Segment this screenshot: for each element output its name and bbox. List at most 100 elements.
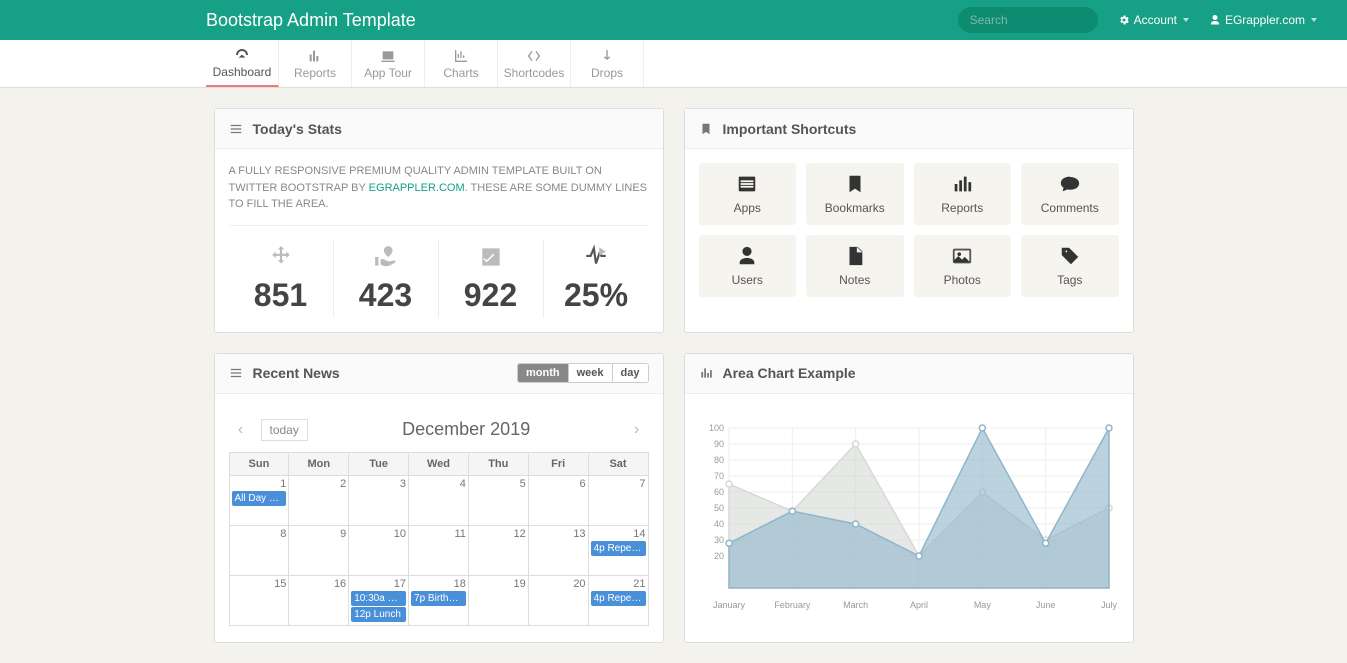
svg-text:July: July — [1100, 600, 1117, 610]
recent-news-panel: Recent News month week day ‹ today Decem… — [214, 353, 664, 643]
nav-icon — [452, 48, 470, 64]
calendar-event[interactable]: 4p Repeating Event — [591, 541, 646, 556]
panel-title: Area Chart Example — [723, 365, 856, 381]
lead-link[interactable]: EGRAPPLER.COM — [369, 182, 465, 194]
shortcut-users[interactable]: Users — [699, 235, 797, 297]
calendar-cell[interactable]: 2 — [289, 475, 349, 525]
nav-dashboard[interactable]: Dashboard — [206, 40, 279, 87]
nav-icon — [525, 48, 543, 64]
calendar-event[interactable]: 4p Repeating Event — [591, 591, 646, 606]
panel-title: Today's Stats — [253, 121, 342, 137]
lead-text: A FULLY RESPONSIVE PREMIUM QUALITY ADMIN… — [229, 163, 649, 226]
calendar-cell[interactable]: 144p Repeating Event — [588, 525, 648, 575]
panel-title: Recent News — [253, 365, 340, 381]
shortcut-label: Reports — [941, 201, 983, 215]
calendar-cell[interactable]: 12 — [468, 525, 528, 575]
bookmarks-icon — [844, 173, 866, 195]
account-menu[interactable]: Account — [1118, 13, 1189, 27]
shortcut-notes[interactable]: Notes — [806, 235, 904, 297]
shortcut-reports[interactable]: Reports — [914, 163, 1012, 225]
shortcut-label: Tags — [1057, 273, 1082, 287]
calendar-cell[interactable]: 1All Day Event — [229, 475, 289, 525]
view-week[interactable]: week — [568, 364, 612, 382]
svg-text:June: June — [1035, 600, 1055, 610]
svg-text:90: 90 — [713, 439, 723, 449]
shortcut-label: Bookmarks — [825, 201, 885, 215]
todays-stats-panel: Today's Stats A FULLY RESPONSIVE PREMIUM… — [214, 108, 664, 333]
calendar-grid[interactable]: SunMonTueWedThuFriSat1All Day Event23456… — [229, 452, 649, 626]
shortcut-apps[interactable]: Apps — [699, 163, 797, 225]
calendar-cell[interactable]: 1710:30a Meeting12p Lunch — [349, 575, 409, 625]
shortcut-tags[interactable]: Tags — [1021, 235, 1119, 297]
svg-text:April: April — [909, 600, 927, 610]
view-month[interactable]: month — [518, 364, 568, 382]
dow-header: Thu — [468, 452, 528, 475]
calendar-cell[interactable]: 13 — [528, 525, 588, 575]
cal-prev[interactable]: ‹ — [229, 418, 253, 442]
shortcut-photos[interactable]: Photos — [914, 235, 1012, 297]
shortcut-label: Users — [732, 273, 763, 287]
area-chart-panel: Area Chart Example 2030405060708090100Ja… — [684, 353, 1134, 643]
nav-charts[interactable]: Charts — [425, 40, 498, 87]
caret-icon — [1311, 18, 1317, 22]
calendar-cell[interactable]: 15 — [229, 575, 289, 625]
bars-icon — [699, 366, 713, 380]
nav-drops[interactable]: Drops — [571, 40, 644, 87]
svg-text:50: 50 — [713, 503, 723, 513]
nav-shortcodes[interactable]: Shortcodes — [498, 40, 571, 87]
shortcut-comments[interactable]: Comments — [1021, 163, 1119, 225]
calendar-cell[interactable]: 5 — [468, 475, 528, 525]
view-day[interactable]: day — [612, 364, 648, 382]
calendar-cell[interactable]: 8 — [229, 525, 289, 575]
stat-item: 423 — [334, 240, 439, 318]
shortcuts-panel: Important Shortcuts AppsBookmarksReports… — [684, 108, 1134, 333]
calendar-cell[interactable]: 214p Repeating Event — [588, 575, 648, 625]
calendar-event[interactable]: All Day Event — [232, 491, 287, 506]
calendar-cell[interactable]: 6 — [528, 475, 588, 525]
search-input[interactable] — [958, 7, 1098, 33]
calendar-cell[interactable]: 9 — [289, 525, 349, 575]
stat-item: 851 — [229, 240, 334, 318]
svg-text:70: 70 — [713, 471, 723, 481]
nav-label: App Tour — [364, 66, 412, 80]
notes-icon — [844, 245, 866, 267]
nav-label: Shortcodes — [504, 66, 565, 80]
calendar-event[interactable]: 12p Lunch — [351, 607, 406, 622]
calendar-cell[interactable]: 16 — [289, 575, 349, 625]
shortcut-bookmarks[interactable]: Bookmarks — [806, 163, 904, 225]
stat-value: 851 — [229, 277, 333, 314]
calendar-event[interactable]: 10:30a Meeting — [351, 591, 406, 606]
shortcut-label: Comments — [1041, 201, 1099, 215]
calendar-cell[interactable]: 4 — [409, 475, 469, 525]
bookmark-icon — [699, 122, 713, 136]
users-icon — [736, 245, 758, 267]
svg-text:February: February — [774, 600, 811, 610]
stat-icon — [478, 244, 504, 270]
calendar-event[interactable]: 7p Birthday Party — [411, 591, 466, 606]
nav-reports[interactable]: Reports — [279, 40, 352, 87]
dow-header: Fri — [528, 452, 588, 475]
calendar-cell[interactable]: 11 — [409, 525, 469, 575]
nav-icon — [379, 48, 397, 64]
calendar-cell[interactable]: 3 — [349, 475, 409, 525]
site-menu[interactable]: EGrappler.com — [1209, 13, 1317, 27]
nav-icon — [233, 47, 251, 63]
nav-label: Dashboard — [213, 65, 272, 79]
dow-header: Mon — [289, 452, 349, 475]
account-label: Account — [1134, 13, 1177, 27]
user-icon — [1209, 14, 1221, 26]
dow-header: Sat — [588, 452, 648, 475]
nav-app-tour[interactable]: App Tour — [352, 40, 425, 87]
calendar-cell[interactable]: 187p Birthday Party — [409, 575, 469, 625]
today-button[interactable]: today — [261, 419, 308, 441]
stat-value: 423 — [334, 277, 438, 314]
nav-label: Charts — [443, 66, 478, 80]
apps-icon — [736, 173, 758, 195]
shortcut-label: Notes — [839, 273, 870, 287]
calendar-cell[interactable]: 7 — [588, 475, 648, 525]
cal-next[interactable]: › — [625, 418, 649, 442]
calendar-cell[interactable]: 19 — [468, 575, 528, 625]
calendar-cell[interactable]: 10 — [349, 525, 409, 575]
nav-icon — [598, 48, 616, 64]
calendar-cell[interactable]: 20 — [528, 575, 588, 625]
